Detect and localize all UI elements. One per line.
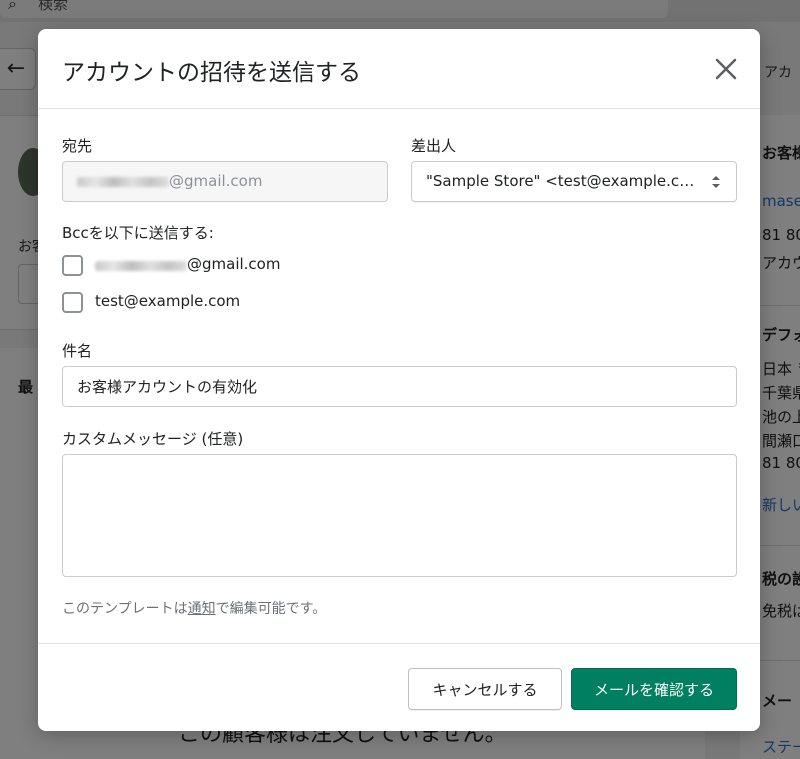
close-button[interactable] xyxy=(708,51,744,87)
select-arrows-icon xyxy=(712,176,720,188)
help-suffix: で編集可能です。 xyxy=(215,601,327,617)
invite-modal: アカウントの招待を送信する 宛先 @gmail.com 差出人 "Sample … xyxy=(38,29,760,731)
to-field: @gmail.com xyxy=(62,161,388,202)
bcc-label: Bccを以下に送信する: xyxy=(62,224,214,242)
redacted-email xyxy=(77,177,169,187)
from-label: 差出人 xyxy=(411,137,457,155)
redacted-email xyxy=(95,261,187,271)
bcc-option-store[interactable]: test@example.com xyxy=(62,292,282,316)
subject-input[interactable] xyxy=(62,366,737,407)
modal-title: アカウントの招待を送信する xyxy=(62,60,361,86)
message-label: カスタムメッセージ (任意) xyxy=(62,430,244,448)
from-selected-value: "Sample Store" <test@example.com> xyxy=(426,172,702,190)
to-label: 宛先 xyxy=(62,137,93,155)
bcc-checkbox[interactable] xyxy=(62,255,83,276)
modal-header: アカウントの招待を送信する xyxy=(38,29,760,109)
close-icon xyxy=(715,58,737,80)
bcc-option-label: test@example.com xyxy=(95,292,241,310)
review-email-button[interactable]: メールを確認する xyxy=(571,668,737,710)
modal-footer: キャンセルする メールを確認する xyxy=(38,643,760,731)
template-help-text: このテンプレートは通知で編集可能です。 xyxy=(62,598,326,618)
custom-message-textarea[interactable] xyxy=(62,454,737,577)
bcc-checkbox[interactable] xyxy=(62,292,83,313)
cancel-button[interactable]: キャンセルする xyxy=(408,668,562,710)
subject-label: 件名 xyxy=(62,342,93,360)
to-email-domain: @gmail.com xyxy=(169,172,263,190)
notifications-link[interactable]: 通知 xyxy=(188,601,216,617)
from-select[interactable]: "Sample Store" <test@example.com> xyxy=(411,161,737,202)
bcc-email-domain: @gmail.com xyxy=(187,255,281,273)
bcc-option-customer[interactable]: @gmail.com xyxy=(62,255,322,279)
help-prefix: このテンプレートは xyxy=(62,601,188,617)
